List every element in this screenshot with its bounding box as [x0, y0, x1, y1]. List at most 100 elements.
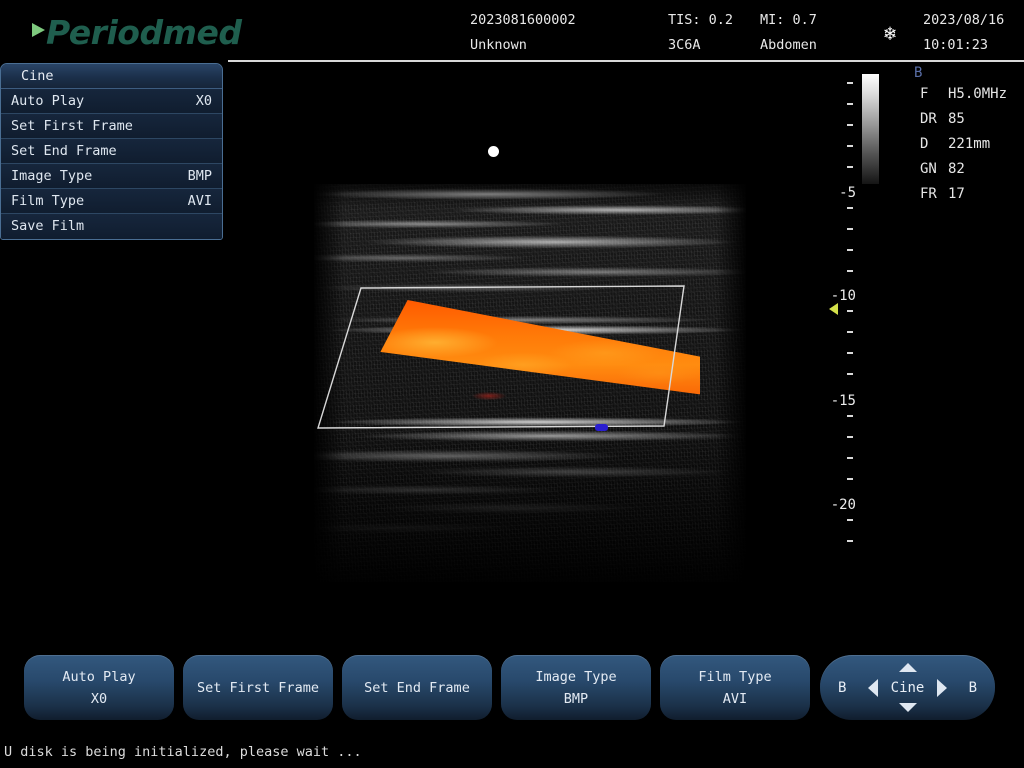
- depth-tick-minor: [847, 352, 853, 354]
- ultrasound-app-window: Periodmed 2023081600002 TIS: 0.2 MI: 0.7…: [0, 0, 1024, 768]
- patient-info-row-2: Unknown 3C6A Abdomen: [470, 33, 890, 58]
- status-message: U disk is being initialized, please wait…: [4, 744, 362, 760]
- depth-tick-minor: [847, 310, 853, 312]
- roi-outline-icon: [317, 285, 685, 429]
- depth-tick-minor: [847, 373, 853, 375]
- menu-item-film-type-label: Film Type: [11, 193, 85, 209]
- grayscale-map-bar: [862, 74, 879, 184]
- patient-info-block: 2023081600002 TIS: 0.2 MI: 0.7 Unknown 3…: [470, 8, 890, 58]
- probe-model: 3C6A: [668, 37, 701, 53]
- doppler-roi-box[interactable]: [314, 284, 714, 430]
- param-row-dynamic-range: DR 85: [910, 107, 1024, 132]
- softkey-bar: Auto Play X0 Set First Frame Set End Fra…: [0, 650, 1024, 728]
- depth-tick-minor: [847, 415, 853, 417]
- softkey-set-first-frame[interactable]: Set First Frame: [183, 655, 333, 720]
- depth-tick-minor: [847, 331, 853, 333]
- depth-tick-minor: [847, 145, 853, 147]
- depth-tick-minor: [847, 82, 853, 84]
- cine-menu-panel[interactable]: Cine Auto Play X0 Set First Frame Set En…: [0, 63, 223, 240]
- snowflake-icon[interactable]: ❄: [879, 22, 901, 44]
- menu-item-image-type[interactable]: Image Type BMP: [1, 164, 222, 189]
- softkey-set-end-frame-label: Set End Frame: [364, 679, 470, 696]
- param-key-f: F: [920, 86, 929, 102]
- brand-logo: Periodmed: [32, 12, 242, 52]
- imaging-mode-label: B: [914, 65, 923, 81]
- softkey-film-type[interactable]: Film Type AVI: [660, 655, 810, 720]
- system-date: 2023/08/16: [923, 12, 1005, 28]
- menu-item-image-type-value: BMP: [187, 168, 212, 184]
- menu-item-save-film[interactable]: Save Film: [1, 214, 222, 239]
- doppler-low-velocity-region: [465, 390, 513, 402]
- doppler-reverse-flow-pixel: [595, 424, 608, 431]
- depth-tick-minor: [847, 103, 853, 105]
- param-value-f: H5.0MHz: [948, 86, 1008, 102]
- softkey-auto-play-value: X0: [90, 690, 108, 707]
- softkey-image-type-label: Image Type: [535, 668, 617, 685]
- depth-tick-minor: [847, 249, 853, 251]
- param-key-gn: GN: [920, 161, 937, 177]
- softkey-film-type-value: AVI: [722, 690, 748, 707]
- menu-item-set-end-frame[interactable]: Set End Frame: [1, 139, 222, 164]
- chevron-up-icon[interactable]: [898, 663, 917, 672]
- depth-tick-label: -20: [830, 497, 856, 513]
- depth-tick-minor: [847, 228, 853, 230]
- focus-position-marker[interactable]: [829, 303, 838, 315]
- menu-item-film-type-value: AVI: [187, 193, 212, 209]
- navpad-right-mode: B: [968, 679, 977, 696]
- patient-info-row-1: 2023081600002 TIS: 0.2 MI: 0.7: [470, 8, 890, 33]
- param-value-fr: 17: [948, 186, 965, 202]
- param-value-gn: 82: [948, 161, 965, 177]
- menu-item-set-first-frame-label: Set First Frame: [11, 118, 133, 134]
- softkey-auto-play[interactable]: Auto Play X0: [24, 655, 174, 720]
- softkey-auto-play-label: Auto Play: [62, 668, 136, 685]
- param-key-fr: FR: [920, 186, 937, 202]
- param-row-gain: GN 82: [910, 157, 1024, 182]
- menu-item-image-type-label: Image Type: [11, 168, 93, 184]
- depth-tick-minor: [847, 207, 853, 209]
- patient-name: Unknown: [470, 37, 527, 53]
- menu-item-set-first-frame[interactable]: Set First Frame: [1, 114, 222, 139]
- param-row-frequency: F H5.0MHz: [910, 82, 1024, 107]
- softkey-film-type-label: Film Type: [698, 668, 772, 685]
- system-time: 10:01:23: [923, 37, 989, 53]
- brand-logo-text: Periodmed: [46, 12, 242, 52]
- play-triangle-icon: [32, 23, 45, 37]
- chevron-down-icon[interactable]: [898, 703, 917, 712]
- depth-tick-minor: [847, 457, 853, 459]
- depth-tick-label: -5: [839, 185, 856, 201]
- menu-item-auto-play[interactable]: Auto Play X0: [1, 89, 222, 114]
- depth-tick-minor: [847, 166, 853, 168]
- depth-tick-label: -15: [830, 393, 856, 409]
- patient-id: 2023081600002: [470, 12, 576, 28]
- softkey-image-type-value: BMP: [563, 690, 589, 707]
- softkey-set-end-frame[interactable]: Set End Frame: [342, 655, 492, 720]
- param-row-frame-rate: FR 17: [910, 182, 1024, 207]
- cine-menu-title: Cine: [1, 64, 222, 89]
- param-row-depth: D 221mm: [910, 132, 1024, 157]
- param-key-dr: DR: [920, 111, 937, 127]
- depth-tick-minor: [847, 124, 853, 126]
- menu-item-set-end-frame-label: Set End Frame: [11, 143, 117, 159]
- depth-tick-minor: [847, 478, 853, 480]
- depth-tick-minor: [847, 436, 853, 438]
- menu-item-save-film-label: Save Film: [11, 218, 85, 234]
- imaging-parameter-panel: B F H5.0MHz DR 85 D 221mm GN 82 FR 17: [910, 64, 1024, 207]
- depth-tick-label: -10: [830, 288, 856, 304]
- depth-tick-minor: [847, 540, 853, 542]
- menu-item-auto-play-label: Auto Play: [11, 93, 85, 109]
- tis-value: TIS: 0.2: [668, 12, 734, 28]
- header-bar: Periodmed 2023081600002 TIS: 0.2 MI: 0.7…: [0, 0, 1024, 62]
- mi-value: MI: 0.7: [760, 12, 817, 28]
- param-key-d: D: [920, 136, 929, 152]
- menu-item-film-type[interactable]: Film Type AVI: [1, 189, 222, 214]
- softkey-image-type[interactable]: Image Type BMP: [501, 655, 651, 720]
- cursor-dot-marker: [488, 146, 499, 157]
- param-value-dr: 85: [948, 111, 965, 127]
- softkey-set-first-frame-label: Set First Frame: [197, 679, 319, 696]
- cine-navigation-pad[interactable]: B Cine B: [820, 655, 995, 720]
- depth-tick-minor: [847, 270, 853, 272]
- exam-type: Abdomen: [760, 37, 817, 53]
- param-value-d: 221mm: [948, 136, 991, 152]
- depth-tick-minor: [847, 519, 853, 521]
- depth-scale: -5 -10 -15 -20: [822, 62, 856, 562]
